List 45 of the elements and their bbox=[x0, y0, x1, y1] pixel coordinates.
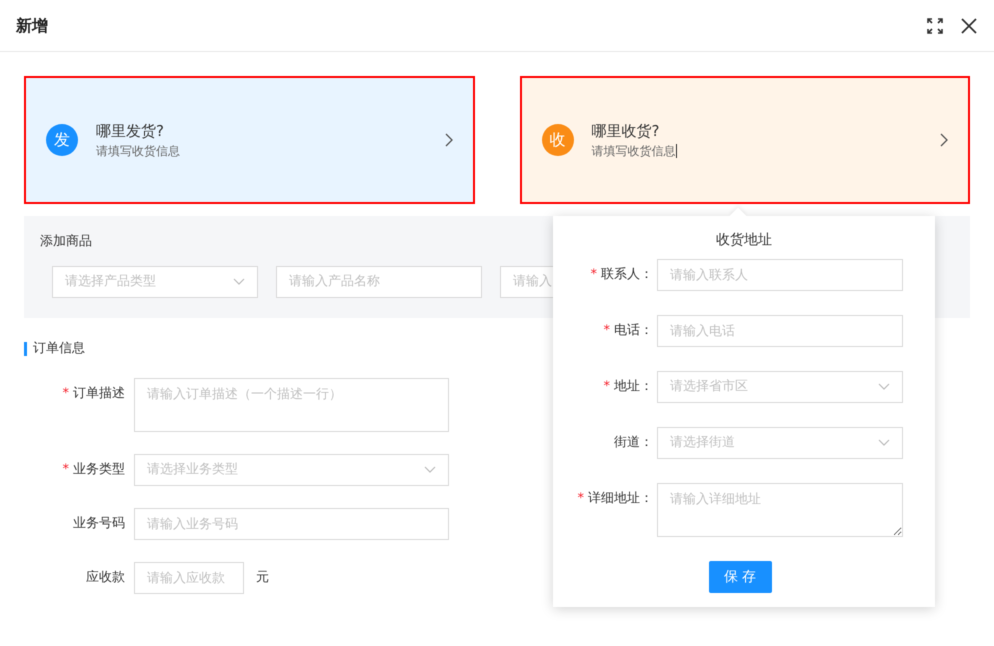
chevron-down-icon bbox=[424, 466, 436, 474]
chevron-down-icon bbox=[878, 383, 890, 391]
badge-icon: 收 bbox=[542, 124, 574, 156]
field-label: * 电话： bbox=[602, 322, 654, 340]
save-button[interactable]: 保 存 bbox=[708, 561, 772, 593]
input-field[interactable]: 请输入电话 bbox=[657, 315, 903, 347]
card-subtitle: 请填写收货信息 bbox=[96, 143, 180, 160]
card-title: 哪里发货? bbox=[96, 120, 165, 142]
dialog-title: 新增 bbox=[16, 14, 48, 36]
address-card[interactable]: 收 哪里收货? 请填写收货信息 bbox=[520, 76, 970, 204]
input-field[interactable]: 请输入应收款 bbox=[134, 562, 244, 594]
section-title: 添加商品 bbox=[40, 233, 92, 251]
select-placeholder: 请选择业务类型 bbox=[147, 461, 238, 480]
card-title: 哪里收货? bbox=[592, 120, 660, 142]
input-field[interactable]: 请输入业务号码 bbox=[134, 508, 449, 540]
chevron-down-icon bbox=[878, 439, 890, 447]
address-card[interactable]: 发 哪里发货? 请填写收货信息 bbox=[24, 76, 474, 204]
select-field[interactable]: 请选择省市区 bbox=[657, 371, 903, 403]
field-label: 应收款 bbox=[85, 569, 126, 587]
field-label: * 订单描述 bbox=[62, 385, 126, 403]
field-label: 街道： bbox=[613, 434, 654, 452]
unit-label: 元 bbox=[255, 569, 269, 587]
input-field[interactable]: 请输入联系人 bbox=[657, 259, 903, 291]
select-placeholder: 请选择产品类型 bbox=[65, 272, 156, 291]
field-label: 业务号码 bbox=[72, 515, 126, 533]
field-label: * 地址： bbox=[602, 378, 654, 396]
select-placeholder: 请选择省市区 bbox=[670, 378, 748, 396]
select-placeholder: 请选择街道 bbox=[670, 434, 735, 452]
field-label: * 业务类型 bbox=[62, 461, 126, 479]
chevron-right-icon bbox=[444, 133, 452, 147]
chevron-right-icon bbox=[940, 133, 948, 147]
text-area[interactable]: 请输入订单描述（一个描述一行） bbox=[134, 378, 449, 432]
select-field[interactable]: 请选择街道 bbox=[657, 427, 903, 459]
fullscreen-icon[interactable] bbox=[926, 16, 944, 34]
field-label: * 联系人： bbox=[590, 266, 654, 284]
input-field[interactable]: 请输入产品名称 bbox=[276, 266, 482, 298]
badge-icon: 发 bbox=[46, 124, 78, 156]
text-area[interactable]: 请输入详细地址 bbox=[657, 483, 903, 537]
card-subtitle: 请填写收货信息 bbox=[592, 143, 676, 160]
field-label: * 详细地址： bbox=[576, 490, 654, 508]
popover-title: 收货地址 bbox=[715, 231, 773, 250]
select-field[interactable]: 请选择产品类型 bbox=[52, 266, 258, 298]
chevron-down-icon bbox=[233, 278, 245, 286]
close-icon[interactable] bbox=[960, 16, 978, 34]
select-field[interactable]: 请选择业务类型 bbox=[134, 454, 449, 486]
